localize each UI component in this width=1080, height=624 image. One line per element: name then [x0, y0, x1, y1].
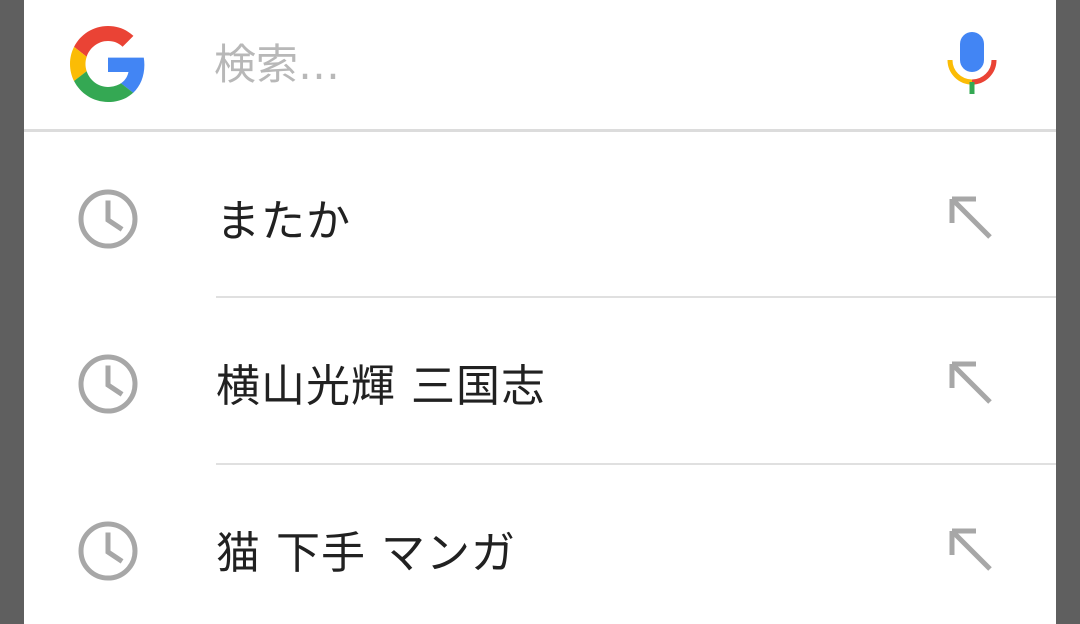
suggestion-text: 猫 下手 マンガ	[216, 528, 516, 579]
arrow-up-left-icon[interactable]	[946, 525, 996, 575]
clock-icon	[78, 521, 138, 581]
google-g-icon	[70, 26, 145, 102]
search-input[interactable]	[214, 34, 894, 94]
divider	[216, 296, 1056, 298]
search-bar	[24, 0, 1056, 132]
suggestion-text: またか	[216, 196, 351, 247]
suggestion-item[interactable]: またか	[24, 135, 1056, 300]
arrow-up-left-icon[interactable]	[946, 358, 996, 408]
clock-icon	[78, 354, 138, 414]
suggestion-item[interactable]: 猫 下手 マンガ	[24, 467, 1056, 624]
suggestion-text: 横山光輝 三国志	[216, 361, 546, 412]
search-panel: またか 横山光輝 三国志 猫 下手 マンガ	[24, 0, 1056, 624]
divider	[216, 463, 1056, 465]
suggestion-item[interactable]: 横山光輝 三国志	[24, 300, 1056, 465]
clock-icon	[78, 189, 138, 249]
microphone-icon[interactable]	[944, 30, 1000, 96]
arrow-up-left-icon[interactable]	[946, 193, 996, 243]
